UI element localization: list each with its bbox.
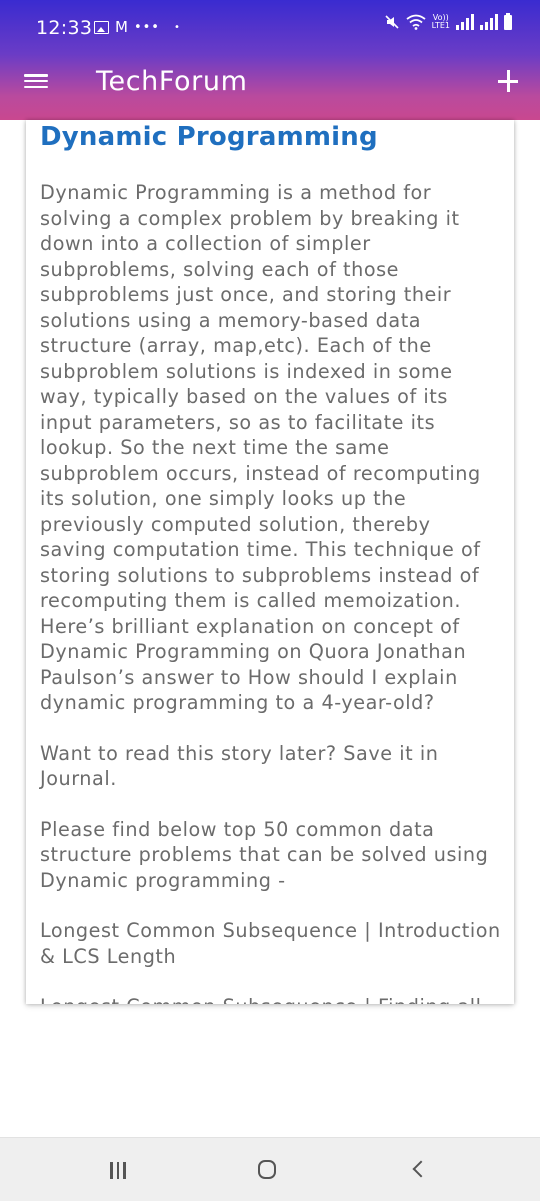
back-icon[interactable] xyxy=(412,1162,426,1176)
lte-label: LTE1 xyxy=(431,21,450,30)
article-title: Dynamic Programming xyxy=(40,122,378,152)
article-card[interactable]: Dynamic Programming Dynamic Programming … xyxy=(26,120,514,1004)
recents-icon[interactable] xyxy=(110,1162,126,1179)
more-dots-icon: ••• xyxy=(133,19,160,35)
volte-icon: Vo)) LTE1 xyxy=(432,14,450,30)
status-bar: 12:33 M ••• • Vo)) LTE1 xyxy=(0,0,540,56)
mute-icon xyxy=(385,15,399,29)
app-bar: TechForum xyxy=(0,56,540,112)
home-icon[interactable] xyxy=(258,1160,276,1179)
image-icon xyxy=(94,20,109,34)
plus-icon[interactable] xyxy=(496,66,520,96)
status-system-icons: Vo)) LTE1 xyxy=(384,12,512,30)
article-paragraph-cut: Longest Common Subsequence | Finding all xyxy=(40,994,502,1004)
status-time: 12:33 xyxy=(36,17,93,39)
article-paragraph: Want to read this story later? Save it i… xyxy=(40,741,439,791)
system-nav-bar xyxy=(0,1137,540,1201)
status-notification-icons: M ••• • xyxy=(94,18,180,36)
signal-icon xyxy=(456,14,474,30)
hamburger-menu-icon[interactable] xyxy=(24,70,48,92)
signal-roaming-icon xyxy=(480,14,498,30)
wifi-icon xyxy=(406,14,426,30)
battery-icon xyxy=(504,12,512,30)
dot-icon: • xyxy=(173,21,180,33)
app-title: TechForum xyxy=(96,66,248,97)
article-paragraph: Dynamic Programming is a method for solv… xyxy=(40,181,481,714)
mail-icon: M xyxy=(115,18,128,36)
article-paragraph: Longest Common Subsequence | Introductio… xyxy=(40,919,501,968)
article-paragraph: Please find below top 50 common data str… xyxy=(40,817,489,892)
article-body: Dynamic Programming is a method for solv… xyxy=(40,180,502,1004)
